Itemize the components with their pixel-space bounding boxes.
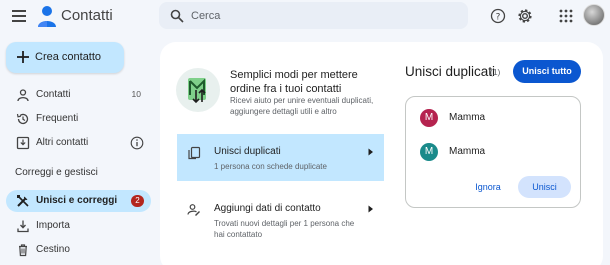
ignore-button[interactable]: Ignora [466, 177, 510, 197]
sidebar-item-label: Importa [36, 220, 70, 231]
import-icon [17, 220, 29, 233]
option-subtitle: 1 persona con schede duplicate [214, 162, 327, 171]
contact-name: Mamma [449, 146, 486, 157]
option-title: Aggiungi dati di contatto [214, 203, 321, 214]
merge-illustration-icon [188, 78, 206, 104]
duplicate-contact[interactable]: M Mamma [420, 109, 570, 131]
plus-icon [17, 51, 29, 63]
person-icon [17, 89, 29, 102]
tools-icon [17, 195, 29, 207]
settings-icon[interactable] [517, 8, 533, 24]
duplicates-count: (1) [490, 67, 501, 77]
search-input[interactable] [191, 7, 441, 24]
history-icon [16, 113, 29, 125]
apps-grid-icon[interactable] [558, 8, 574, 24]
sidebar-item-import[interactable]: Importa [6, 215, 151, 237]
search-icon[interactable] [170, 9, 184, 23]
chevron-right-icon [368, 148, 373, 156]
info-icon[interactable] [130, 136, 144, 150]
avatar[interactable] [583, 4, 605, 26]
option-add-contact-data[interactable]: Aggiungi dati di contatto Trovati nuovi … [177, 191, 384, 243]
cleanup-illustration [176, 68, 220, 112]
create-contact-button[interactable]: Crea contatto [6, 42, 124, 73]
notification-badge: 2 [131, 195, 144, 207]
help-icon[interactable]: ? [490, 8, 506, 24]
contact-avatar: M [420, 143, 438, 161]
option-subtitle: Trovati nuovi dettagli per 1 persona che… [214, 219, 355, 239]
sidebar-item-label: Frequenti [36, 113, 79, 124]
sidebar-item-contacts[interactable]: Contatti 10 [6, 84, 151, 106]
sidebar-item-trash[interactable]: Cestino [6, 239, 151, 261]
trash-icon [19, 244, 27, 257]
section-title: Correggi e gestisci [15, 167, 98, 178]
chevron-right-icon [368, 205, 373, 213]
main-card: Semplici modi per mettere ordine fra i t… [160, 42, 603, 265]
merge-button[interactable]: Unisci [518, 176, 571, 198]
duplicates-title: Unisci duplicati [405, 64, 496, 79]
duplicate-group-card: M Mamma M Mamma Ignora Unisci [405, 96, 581, 208]
copy-icon [188, 146, 201, 160]
top-bar: Contatti ? [0, 0, 610, 34]
contact-avatar: M [420, 109, 438, 127]
search-bar[interactable] [159, 2, 468, 29]
option-title: Unisci duplicati [214, 146, 281, 157]
intro-subtitle: Ricevi aiuto per unire eventuali duplica… [230, 96, 374, 116]
download-box-icon [16, 136, 30, 150]
sidebar-item-label: Cestino [36, 244, 70, 255]
create-contact-label: Crea contatto [35, 51, 102, 63]
contacts-count: 10 [131, 89, 141, 99]
contacts-logo-icon [38, 6, 56, 27]
sidebar-item-frequent[interactable]: Frequenti [6, 108, 151, 130]
person-edit-icon [187, 204, 200, 216]
duplicate-contact[interactable]: M Mamma [420, 143, 570, 165]
sidebar-item-label: Altri contatti [36, 137, 89, 148]
sidebar-item-other-contacts[interactable]: Altri contatti [6, 132, 151, 154]
sidebar-item-label: Contatti [36, 89, 71, 100]
contact-name: Mamma [449, 112, 486, 123]
svg-text:?: ? [496, 13, 501, 23]
app-title: Contatti [61, 7, 113, 24]
sidebar-item-label: Unisci e correggi [36, 195, 118, 206]
sidebar-item-merge-fix[interactable]: Unisci e correggi 2 [6, 190, 151, 212]
menu-icon[interactable] [10, 8, 28, 24]
intro-title: Semplici modi per mettere ordine fra i t… [230, 69, 358, 95]
merge-all-button[interactable]: Unisci tutto [513, 60, 581, 83]
option-merge-duplicates[interactable]: Unisci duplicati 1 persona con schede du… [177, 134, 384, 181]
